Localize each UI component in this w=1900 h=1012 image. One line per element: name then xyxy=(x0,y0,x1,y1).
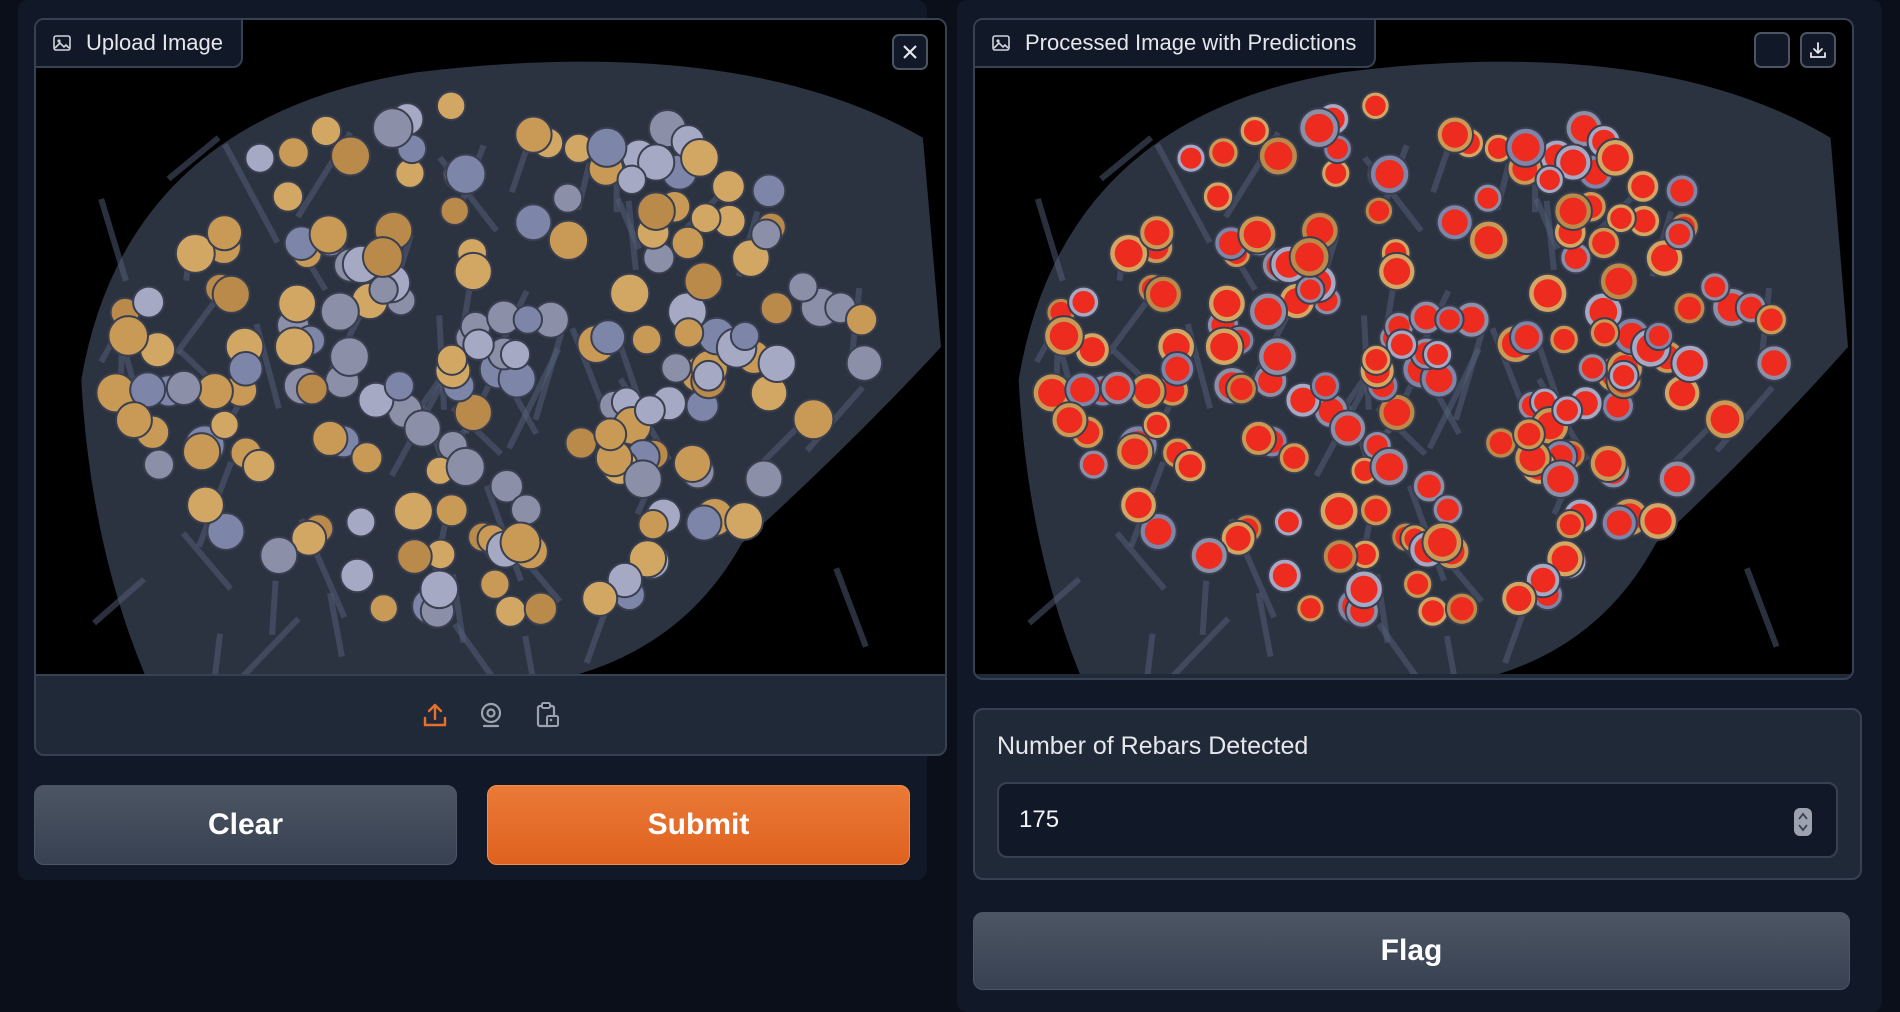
webcam-icon[interactable] xyxy=(476,700,506,730)
share-button[interactable] xyxy=(1754,32,1790,68)
output-label-text: Processed Image with Predictions xyxy=(1025,30,1357,55)
rebar-prediction-photo xyxy=(975,20,1848,674)
uploaded-image[interactable] xyxy=(36,20,945,674)
rebar-photo xyxy=(36,20,941,674)
number-stepper-icon[interactable] xyxy=(1794,808,1812,836)
processed-image xyxy=(975,20,1852,674)
rebar-count-label: Number of Rebars Detected xyxy=(997,732,1309,760)
download-button[interactable] xyxy=(1800,32,1836,68)
rebar-count-input[interactable]: 175 xyxy=(997,782,1838,858)
close-icon xyxy=(903,45,917,59)
rebar-count-value: 175 xyxy=(1019,806,1060,833)
output-label: Processed Image with Predictions xyxy=(975,20,1377,68)
output-column: Processed Image with Predictions Number … xyxy=(957,0,1882,1012)
upload-label-text: Upload Image xyxy=(86,30,223,55)
image-source-bar xyxy=(36,674,945,754)
download-icon xyxy=(1810,42,1826,58)
output-image-box: Processed Image with Predictions xyxy=(973,18,1854,680)
upload-label: Upload Image xyxy=(36,20,243,68)
upload-icon[interactable] xyxy=(420,700,450,730)
image-icon xyxy=(53,35,71,51)
submit-button[interactable]: Submit xyxy=(487,785,910,865)
image-icon xyxy=(992,35,1010,51)
input-column: Upload Image Clear Submit xyxy=(18,0,947,880)
flag-button[interactable]: Flag xyxy=(973,912,1850,990)
rebar-count-block: Number of Rebars Detected 175 xyxy=(973,708,1862,880)
clipboard-icon[interactable] xyxy=(532,700,562,730)
close-button[interactable] xyxy=(892,34,928,70)
clear-button[interactable]: Clear xyxy=(34,785,457,865)
upload-image-box[interactable]: Upload Image xyxy=(34,18,947,756)
